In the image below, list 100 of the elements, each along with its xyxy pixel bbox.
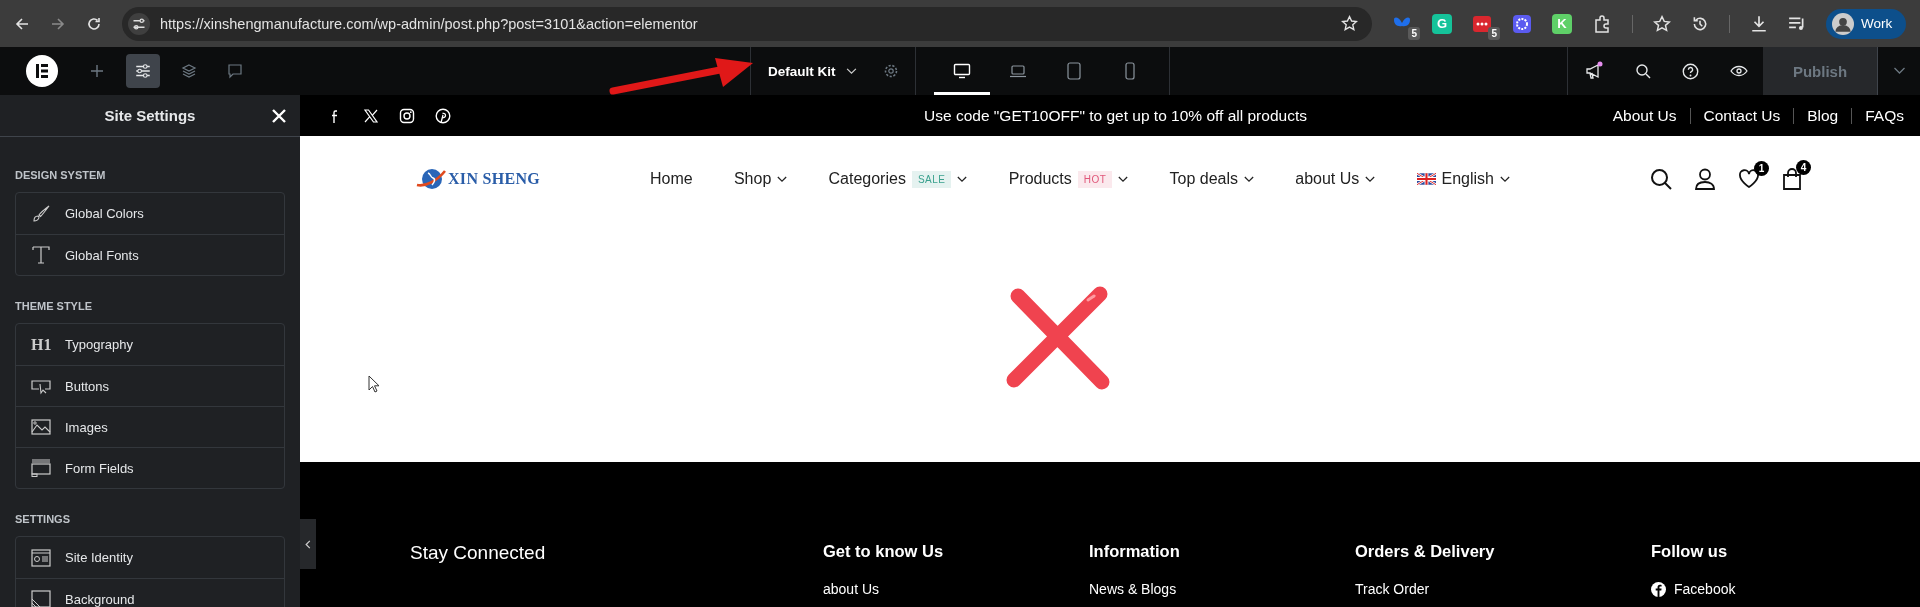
chevron-down-icon bbox=[1244, 175, 1255, 183]
id-card-icon bbox=[31, 547, 51, 568]
footer-link[interactable]: about Us bbox=[823, 581, 1089, 597]
chevron-down-icon bbox=[845, 67, 857, 75]
top-link[interactable]: Blog bbox=[1807, 106, 1839, 125]
pinterest-icon[interactable] bbox=[435, 107, 451, 124]
desktop-icon bbox=[953, 63, 971, 79]
history-icon[interactable] bbox=[1691, 14, 1709, 33]
user-icon[interactable] bbox=[1694, 168, 1716, 190]
x-logo-icon[interactable] bbox=[363, 107, 379, 124]
bookmark-star-icon[interactable] bbox=[1653, 14, 1671, 33]
mouse-pointer-icon bbox=[368, 375, 380, 393]
reload-icon[interactable] bbox=[86, 15, 102, 32]
shopping-bag-icon[interactable] bbox=[1782, 168, 1802, 190]
address-bar[interactable]: https://xinshengmanufacture.com/wp-admin/post.php?post=3101&action=elementor bbox=[122, 6, 1372, 41]
heart-icon[interactable] bbox=[1738, 169, 1760, 189]
nav-menu-item[interactable]: Categories SALE bbox=[828, 170, 968, 188]
megaphone-icon[interactable] bbox=[1583, 61, 1604, 81]
panel-title: Site Settings bbox=[104, 107, 196, 124]
globe-logo-icon bbox=[416, 167, 446, 191]
layers-icon bbox=[181, 63, 197, 79]
nav-menu-item[interactable]: about Us bbox=[1295, 170, 1376, 188]
item-label: Site Identity bbox=[65, 550, 133, 565]
menu-tag: HOT bbox=[1077, 170, 1113, 188]
chevron-down-icon bbox=[777, 175, 788, 183]
footer-link[interactable]: Facebook bbox=[1651, 581, 1920, 597]
back-icon[interactable] bbox=[14, 15, 30, 32]
site-info-icon[interactable] bbox=[128, 12, 150, 35]
kit-dropdown[interactable]: Default Kit bbox=[768, 63, 857, 79]
profile-button[interactable]: Work bbox=[1826, 8, 1907, 39]
wishlist-count-badge: 1 bbox=[1754, 161, 1769, 176]
help-icon[interactable] bbox=[1681, 62, 1699, 80]
facebook-icon bbox=[1651, 581, 1666, 597]
nav-menu-item[interactable]: Home bbox=[650, 170, 693, 188]
promo-text: Use code "GET10OFF" to get up to 10% off all products bbox=[924, 106, 1307, 125]
item-label: Global Fonts bbox=[65, 247, 139, 263]
settings-item[interactable]: Buttons bbox=[16, 365, 284, 406]
mobile-icon bbox=[1125, 62, 1135, 80]
search-icon[interactable] bbox=[1634, 63, 1651, 79]
preview-eye-icon[interactable] bbox=[1729, 65, 1748, 77]
forward-icon[interactable] bbox=[50, 15, 66, 32]
footer-heading: Information bbox=[1089, 542, 1181, 561]
form-field-icon bbox=[31, 458, 51, 478]
uk-flag-icon bbox=[1416, 173, 1436, 185]
top-link[interactable]: FAQs bbox=[1865, 106, 1904, 125]
nav-menu-item[interactable]: Products HOT bbox=[1008, 170, 1129, 188]
footer-heading: Stay Connected bbox=[410, 542, 547, 564]
font-icon bbox=[31, 245, 51, 265]
comment-icon bbox=[227, 63, 243, 79]
nav-menu-item[interactable]: Shop bbox=[733, 170, 788, 188]
brush-icon bbox=[31, 203, 51, 224]
footer-heading: Get to know Us bbox=[823, 542, 945, 561]
extension-badge: 5 bbox=[1488, 26, 1500, 40]
settings-item[interactable]: Background bbox=[16, 578, 284, 607]
tablet-icon bbox=[1067, 62, 1081, 80]
heading-icon: H1 bbox=[31, 335, 51, 354]
settings-icon[interactable] bbox=[883, 63, 899, 79]
footer-link[interactable]: News & Blogs bbox=[1089, 581, 1355, 597]
puzzle-icon[interactable] bbox=[1592, 13, 1612, 34]
section-heading: DESIGN SYSTEM bbox=[15, 169, 107, 181]
close-icon[interactable] bbox=[272, 109, 286, 123]
footer-heading: Follow us bbox=[1651, 542, 1729, 561]
extension-badge: 5 bbox=[1408, 26, 1420, 40]
url-text: https://xinshengmanufacture.com/wp-admin/post.php?post=3101&action=elementor bbox=[160, 15, 699, 32]
image-icon bbox=[31, 417, 51, 437]
cart-count-badge: 4 bbox=[1796, 160, 1811, 175]
section-heading: THEME STYLE bbox=[15, 300, 93, 312]
item-label: Global Colors bbox=[65, 206, 144, 221]
dots-icon[interactable] bbox=[1472, 13, 1492, 34]
chevron-down-icon bbox=[1118, 175, 1129, 183]
item-label: Images bbox=[65, 419, 108, 435]
settings-item[interactable]: Images bbox=[16, 406, 284, 447]
settings-item[interactable]: Site Identity bbox=[16, 537, 284, 578]
top-link[interactable]: Contact Us bbox=[1703, 106, 1781, 125]
avatar-icon bbox=[1832, 12, 1854, 35]
sliders-icon bbox=[134, 62, 152, 80]
flower-icon[interactable] bbox=[1512, 13, 1532, 34]
top-link[interactable]: About Us bbox=[1612, 106, 1677, 125]
download-icon[interactable] bbox=[1750, 14, 1768, 33]
site-logo[interactable]: XIN SHENG bbox=[416, 167, 541, 191]
search-icon[interactable] bbox=[1650, 168, 1672, 190]
section-heading: SETTINGS bbox=[15, 513, 71, 525]
chevron-down-icon bbox=[1365, 175, 1376, 183]
instagram-icon[interactable] bbox=[399, 107, 415, 124]
elementor-logo-icon[interactable] bbox=[26, 55, 58, 87]
nav-menu-item[interactable]: Top deals bbox=[1169, 170, 1255, 188]
settings-item[interactable]: Form Fields bbox=[16, 447, 284, 488]
settings-tool-button[interactable] bbox=[126, 54, 160, 88]
settings-item[interactable]: Global Fonts bbox=[16, 234, 284, 275]
footer-link[interactable]: Track Order bbox=[1355, 581, 1651, 597]
chevron-left-icon bbox=[305, 539, 311, 549]
item-label: Typography bbox=[65, 337, 133, 352]
laptop-icon bbox=[1009, 63, 1027, 79]
settings-item[interactable]: H1 Typography bbox=[16, 324, 284, 365]
star-icon[interactable] bbox=[1341, 15, 1358, 32]
nav-menu-item[interactable]: English bbox=[1416, 170, 1510, 188]
item-label: Form Fields bbox=[65, 460, 134, 476]
footer-heading: Orders & Delivery bbox=[1355, 542, 1496, 561]
item-label: Background bbox=[65, 591, 135, 607]
settings-item[interactable]: Global Colors bbox=[16, 193, 284, 234]
